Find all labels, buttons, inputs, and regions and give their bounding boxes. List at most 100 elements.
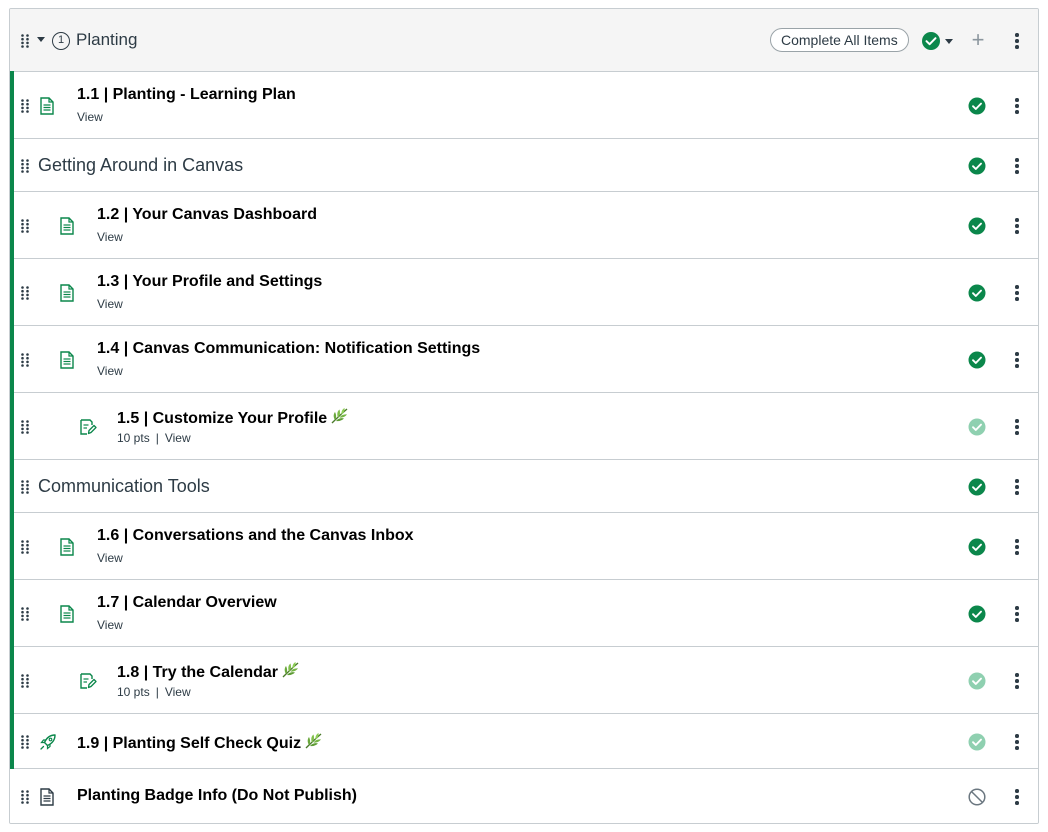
published-check-icon[interactable] <box>968 672 986 690</box>
item-details: View <box>97 297 123 311</box>
item-title[interactable]: 1.3 | Your Profile and Settings <box>97 273 322 291</box>
view-requirement-label: View <box>97 551 123 565</box>
item-options-kebab-icon[interactable] <box>1013 419 1021 437</box>
published-check-icon[interactable] <box>968 217 986 235</box>
item-details: 10 pts | View <box>117 685 191 699</box>
item-title-link[interactable]: 1.4 | Canvas Communication: Notification… <box>97 340 480 357</box>
published-check-icon[interactable] <box>968 157 986 175</box>
module-item-row[interactable]: 1.9 | Planting Self Check Quiz <box>10 713 1038 769</box>
item-title-link[interactable]: 1.8 | Try the Calendar <box>117 664 278 681</box>
text-header-row[interactable]: Getting Around in Canvas <box>10 138 1038 192</box>
item-title-link[interactable]: 1.3 | Your Profile and Settings <box>97 273 322 290</box>
drag-handle-icon[interactable] <box>21 674 29 688</box>
module-item-row[interactable]: 1.2 | Your Canvas Dashboard View <box>10 191 1038 259</box>
item-title[interactable]: 1.5 | Customize Your Profile <box>117 407 350 428</box>
item-title-link[interactable]: 1.1 | Planting - Learning Plan <box>77 86 296 103</box>
text-header-row[interactable]: Communication Tools <box>10 459 1038 513</box>
drag-handle-icon[interactable] <box>21 790 29 804</box>
published-check-icon[interactable] <box>968 418 986 436</box>
drag-handle-icon[interactable] <box>21 219 29 233</box>
module-publish-menu[interactable] <box>921 31 953 51</box>
module-item-row[interactable]: 1.1 | Planting - Learning Plan View <box>10 71 1038 139</box>
page-icon <box>59 538 77 556</box>
view-requirement-label: View <box>77 110 103 124</box>
drag-handle-icon[interactable] <box>21 34 29 48</box>
item-options-kebab-icon[interactable] <box>1013 352 1021 370</box>
item-title[interactable]: 1.6 | Conversations and the Canvas Inbox <box>97 527 414 545</box>
assignment-icon <box>79 672 97 690</box>
item-title[interactable]: 1.1 | Planting - Learning Plan <box>77 86 296 104</box>
chevron-down-icon <box>945 39 953 44</box>
points-label: 10 pts <box>117 431 150 445</box>
module-title: Planting <box>76 30 138 49</box>
item-options-kebab-icon[interactable] <box>1013 673 1021 691</box>
item-options-kebab-icon[interactable] <box>1013 158 1021 176</box>
item-title-link[interactable]: 1.6 | Conversations and the Canvas Inbox <box>97 527 414 544</box>
collapse-caret-icon[interactable] <box>37 37 45 42</box>
quiz-rocket-icon <box>39 733 57 751</box>
item-details: View <box>77 110 103 124</box>
view-requirement-label: View <box>164 685 191 699</box>
item-title-link[interactable]: 1.2 | Your Canvas Dashboard <box>97 206 317 223</box>
complete-all-items-button[interactable]: Complete All Items <box>770 28 909 52</box>
drag-handle-icon[interactable] <box>21 159 29 173</box>
text-header-title: Getting Around in Canvas <box>38 155 244 175</box>
module-item-row[interactable]: 1.6 | Conversations and the Canvas Inbox… <box>10 512 1038 580</box>
points-label: 10 pts <box>117 685 150 699</box>
module-item-row[interactable]: 1.7 | Calendar Overview View <box>10 579 1038 647</box>
module-item-row[interactable]: Planting Badge Info (Do Not Publish) <box>10 769 1038 823</box>
page-icon <box>39 97 57 115</box>
add-item-plus-icon[interactable]: + <box>970 29 986 51</box>
item-options-kebab-icon[interactable] <box>1013 734 1021 752</box>
drag-handle-icon[interactable] <box>21 353 29 367</box>
page-icon <box>59 217 77 235</box>
item-title-link[interactable]: 1.5 | Customize Your Profile <box>117 410 327 427</box>
item-title[interactable]: Planting Badge Info (Do Not Publish) <box>77 787 357 805</box>
item-options-kebab-icon[interactable] <box>1013 606 1021 624</box>
view-requirement-label: View <box>97 230 123 244</box>
drag-handle-icon[interactable] <box>21 735 29 749</box>
drag-handle-icon[interactable] <box>21 99 29 113</box>
view-requirement-label: View <box>164 431 191 445</box>
published-check-icon[interactable] <box>968 538 986 556</box>
item-title-link[interactable]: 1.9 | Planting Self Check Quiz <box>77 735 301 752</box>
item-title[interactable]: 1.7 | Calendar Overview <box>97 594 277 612</box>
module-options-kebab-icon[interactable] <box>1013 33 1021 51</box>
item-title-link[interactable]: 1.7 | Calendar Overview <box>97 594 277 611</box>
module-item-row[interactable]: 1.5 | Customize Your Profile 10 pts | View <box>10 392 1038 460</box>
item-options-kebab-icon[interactable] <box>1013 539 1021 557</box>
item-details: View <box>97 618 123 632</box>
view-requirement-label: View <box>97 618 123 632</box>
item-title-link[interactable]: Planting Badge Info (Do Not Publish) <box>77 787 357 804</box>
published-check-icon[interactable] <box>968 605 986 623</box>
item-title[interactable]: 1.2 | Your Canvas Dashboard <box>97 206 317 224</box>
leaf-icon <box>282 662 299 678</box>
view-requirement-label: View <box>97 364 123 378</box>
item-options-kebab-icon[interactable] <box>1013 285 1021 303</box>
published-check-icon[interactable] <box>968 733 986 751</box>
item-options-kebab-icon[interactable] <box>1013 98 1021 116</box>
item-details: View <box>97 230 123 244</box>
item-title[interactable]: 1.4 | Canvas Communication: Notification… <box>97 340 480 358</box>
published-check-icon[interactable] <box>968 351 986 369</box>
module-header[interactable]: 1 Planting Complete All Items + <box>10 9 1038 72</box>
item-title[interactable]: 1.8 | Try the Calendar <box>117 661 301 682</box>
module-item-row[interactable]: 1.8 | Try the Calendar 10 pts | View <box>10 646 1038 714</box>
unpublished-icon[interactable] <box>968 788 986 806</box>
page-icon <box>59 284 77 302</box>
published-check-icon[interactable] <box>968 478 986 496</box>
item-title[interactable]: 1.9 | Planting Self Check Quiz <box>77 732 324 753</box>
item-options-kebab-icon[interactable] <box>1013 789 1021 807</box>
drag-handle-icon[interactable] <box>21 286 29 300</box>
item-options-kebab-icon[interactable] <box>1013 479 1021 497</box>
drag-handle-icon[interactable] <box>21 540 29 554</box>
item-options-kebab-icon[interactable] <box>1013 218 1021 236</box>
drag-handle-icon[interactable] <box>21 420 29 434</box>
page-icon <box>59 605 77 623</box>
module-item-row[interactable]: 1.3 | Your Profile and Settings View <box>10 258 1038 326</box>
published-check-icon[interactable] <box>968 97 986 115</box>
published-check-icon[interactable] <box>968 284 986 302</box>
drag-handle-icon[interactable] <box>21 480 29 494</box>
drag-handle-icon[interactable] <box>21 607 29 621</box>
module-item-row[interactable]: 1.4 | Canvas Communication: Notification… <box>10 325 1038 393</box>
